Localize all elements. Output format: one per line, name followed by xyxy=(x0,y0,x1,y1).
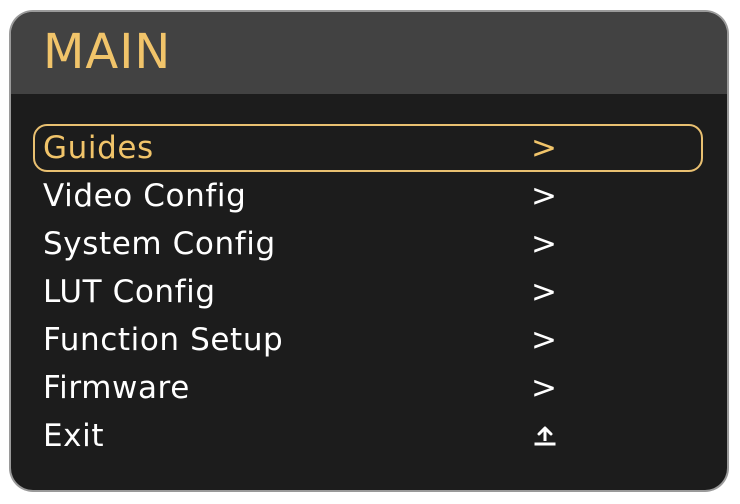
chevron-right-icon: > xyxy=(531,322,557,358)
menu-item-function-setup[interactable]: Function Setup > xyxy=(33,316,703,364)
menu-item-system-config[interactable]: System Config > xyxy=(33,220,703,268)
menu-item-label: Firmware xyxy=(43,370,190,406)
menu-item-firmware[interactable]: Firmware > xyxy=(33,364,703,412)
chevron-right-icon: > xyxy=(531,130,557,166)
menu-item-lut-config[interactable]: LUT Config > xyxy=(33,268,703,316)
chevron-right-icon: > xyxy=(531,370,557,406)
menu-item-exit[interactable]: Exit xyxy=(33,412,703,460)
return-icon xyxy=(532,426,558,448)
menu-item-video-config[interactable]: Video Config > xyxy=(33,172,703,220)
menu-title: MAIN xyxy=(43,24,172,80)
menu-item-label: Guides xyxy=(43,130,154,166)
menu-item-guides[interactable]: Guides > xyxy=(33,124,703,172)
menu-item-label: Video Config xyxy=(43,178,247,214)
menu-item-label: LUT Config xyxy=(43,274,216,310)
menu-item-label: Function Setup xyxy=(43,322,284,358)
chevron-right-icon: > xyxy=(531,226,557,262)
main-menu-panel: MAIN Guides > Video Config > System Conf… xyxy=(11,12,727,490)
menu-header: MAIN xyxy=(11,12,727,94)
menu-item-label: Exit xyxy=(43,418,105,454)
menu-item-label: System Config xyxy=(43,226,276,262)
chevron-right-icon: > xyxy=(531,178,557,214)
chevron-right-icon: > xyxy=(531,274,557,310)
menu-list: Guides > Video Config > System Config > … xyxy=(33,124,703,460)
